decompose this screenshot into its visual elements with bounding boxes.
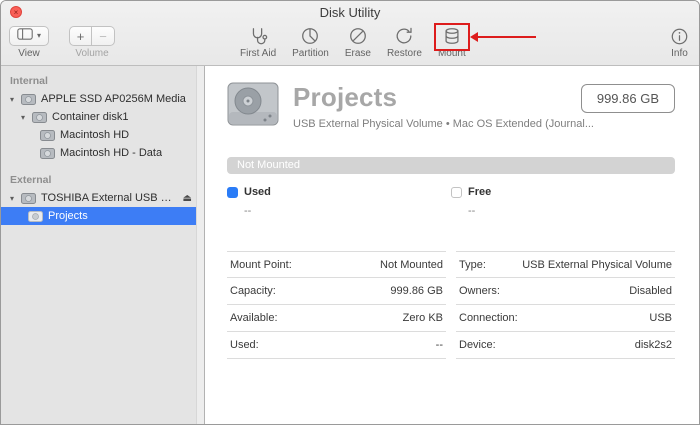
volume-header: Projects USB External Physical Volume • …: [227, 82, 675, 131]
partition-button[interactable]: Partition: [292, 25, 329, 59]
plus-icon: +: [76, 28, 85, 44]
volume-icon: [40, 129, 55, 141]
sidebar-item-apple-ssd[interactable]: ▾ APPLE SSD AP0256M Media: [1, 90, 204, 108]
sidebar-item-macintosh-hd[interactable]: Macintosh HD: [1, 126, 204, 144]
sidebar-item-projects[interactable]: Projects: [1, 207, 204, 225]
disclosure-triangle-icon[interactable]: ▾: [8, 95, 16, 104]
free-value: --: [468, 205, 476, 217]
detail-row-device: Device: disk2s2: [456, 332, 675, 359]
volume-titles: Projects USB External Physical Volume • …: [293, 82, 594, 130]
volume-subtitle: USB External Physical Volume • Mac OS Ex…: [293, 118, 594, 130]
first-aid-button[interactable]: First Aid: [240, 25, 276, 59]
disk-utility-window: × Disk Utility ▾ View + − Volume First A…: [0, 0, 700, 425]
sidebar-section-internal: Internal: [10, 75, 48, 87]
window-body: Internal ▾ APPLE SSD AP0256M Media ▾ Con…: [1, 66, 699, 424]
minus-icon: −: [99, 28, 107, 44]
disclosure-triangle-icon[interactable]: ▾: [19, 113, 27, 122]
mount-button[interactable]: Mount: [433, 23, 536, 59]
info-button[interactable]: Info: [670, 25, 689, 59]
erase-icon: [348, 25, 368, 47]
used-value: --: [244, 205, 252, 217]
sidebar-view-icon: [17, 27, 33, 45]
partition-icon: [300, 25, 320, 47]
info-icon: [670, 25, 689, 47]
main-content: Projects USB External Physical Volume • …: [205, 66, 699, 424]
volume-icon: [28, 210, 43, 222]
restore-button[interactable]: Restore: [387, 25, 422, 59]
add-volume-button[interactable]: +: [69, 26, 93, 46]
legend-free: Free --: [451, 186, 675, 217]
eject-icon: ⏏: [182, 192, 192, 204]
restore-icon: [394, 25, 414, 47]
disk-icon: [21, 93, 36, 105]
detail-row-available: Available: Zero KB: [227, 305, 446, 332]
details-table-left: Mount Point: Not Mounted Capacity: 999.8…: [227, 251, 446, 359]
first-aid-icon: [248, 25, 268, 47]
erase-button[interactable]: Erase: [345, 25, 371, 59]
detail-row-used: Used: --: [227, 332, 446, 359]
free-swatch-icon: [451, 186, 462, 198]
mount-status-bar: Not Mounted: [227, 157, 675, 174]
disk-icon: [21, 192, 36, 204]
sidebar-item-toshiba[interactable]: ▾ TOSHIBA External USB 3.0 M... ⏏: [1, 189, 204, 207]
toolbar-center: First Aid Partition Erase Restore Mount: [240, 23, 536, 59]
sidebar-section-external: External: [10, 174, 52, 186]
capacity-badge: 999.86 GB: [580, 84, 675, 113]
mount-status-text: Not Mounted: [237, 159, 300, 171]
legend-used: Used --: [227, 186, 451, 217]
toolbar: ▾ View + − Volume First Aid Partition Er…: [1, 23, 699, 65]
used-label: Used: [244, 186, 271, 198]
detail-row-owners: Owners: Disabled: [456, 278, 675, 305]
sidebar-item-container-disk1[interactable]: ▾ Container disk1: [1, 108, 204, 126]
free-label: Free: [468, 186, 492, 198]
used-swatch-icon: [227, 186, 238, 198]
detail-row-capacity: Capacity: 999.86 GB: [227, 278, 446, 305]
usage-legend: Used -- Free --: [227, 186, 675, 217]
detail-row-connection: Connection: USB: [456, 305, 675, 332]
detail-row-mount-point: Mount Point: Not Mounted: [227, 251, 446, 278]
titlebar[interactable]: × Disk Utility: [1, 1, 699, 23]
annotation-red-arrow: [469, 32, 536, 42]
volume-icon: [40, 147, 55, 159]
sidebar-scrollbar[interactable]: [196, 66, 204, 424]
mount-icon: [442, 25, 462, 47]
window-chrome: × Disk Utility ▾ View + − Volume First A…: [1, 1, 699, 66]
volume-name: Projects: [293, 82, 398, 112]
window-title: Disk Utility: [319, 5, 381, 20]
disclosure-triangle-icon[interactable]: ▾: [8, 194, 16, 203]
sidebar-item-macintosh-hd-data[interactable]: Macintosh HD - Data: [1, 144, 204, 162]
detail-row-type: Type: USB External Physical Volume: [456, 251, 675, 278]
chevron-down-icon: ▾: [37, 31, 42, 40]
details-table-right: Type: USB External Physical Volume Owner…: [456, 251, 675, 359]
remove-volume-button[interactable]: −: [92, 26, 116, 46]
container-icon: [32, 111, 47, 123]
view-label: View: [18, 48, 40, 59]
volume-label: Volume: [75, 48, 109, 59]
external-disk-icon: [227, 82, 279, 131]
eject-button[interactable]: ⏏: [183, 193, 192, 204]
sidebar: Internal ▾ APPLE SSD AP0256M Media ▾ Con…: [1, 66, 205, 424]
view-button[interactable]: ▾ View: [9, 25, 50, 59]
volume-group: + − Volume: [69, 25, 116, 59]
details-tables: Mount Point: Not Mounted Capacity: 999.8…: [227, 251, 675, 359]
